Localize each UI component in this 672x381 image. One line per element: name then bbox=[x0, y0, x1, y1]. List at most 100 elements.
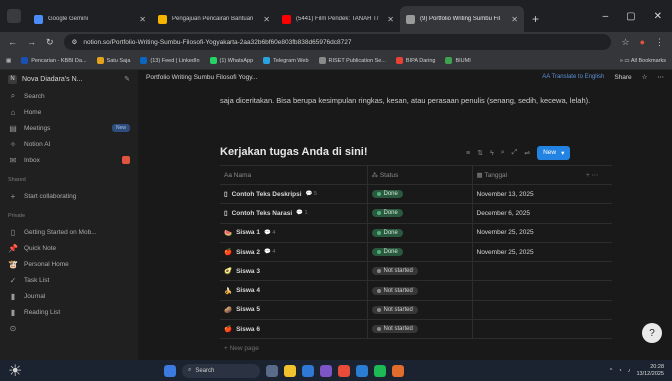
automation-icon[interactable]: ϟ bbox=[490, 150, 494, 157]
minimize-button[interactable]: – bbox=[603, 11, 609, 22]
add-column-button[interactable]: + ⋯ bbox=[582, 165, 612, 185]
new-page-button[interactable]: + New page bbox=[224, 345, 259, 352]
apps-icon[interactable]: ▦ bbox=[6, 58, 11, 64]
taskbar-search[interactable]: ⌕ Search bbox=[182, 363, 260, 378]
browser-tab[interactable]: Google Gemini ✕ bbox=[28, 6, 152, 32]
tray-chevron-icon[interactable]: ^ bbox=[610, 368, 613, 374]
url-field[interactable]: ⚙ notion.so/Portfolio-Writing-Sumbu-Filo… bbox=[63, 34, 612, 50]
app-icon[interactable] bbox=[320, 364, 332, 377]
column-name[interactable]: Aa Nama bbox=[220, 165, 367, 185]
name-cell[interactable]: 🍎 Siswa 6 bbox=[220, 319, 367, 340]
sort-icon[interactable]: ⇅ bbox=[477, 149, 483, 157]
column-date[interactable]: ▦ Tanggal bbox=[471, 165, 582, 185]
new-entry-button[interactable]: New ▾ bbox=[537, 146, 571, 160]
bookmark-item[interactable]: BIPA Daring bbox=[395, 57, 435, 64]
spotify-icon[interactable] bbox=[374, 364, 386, 377]
date-cell[interactable] bbox=[471, 300, 582, 321]
new-tab-button[interactable]: + bbox=[532, 12, 539, 26]
close-tab-icon[interactable]: ✕ bbox=[139, 15, 146, 24]
site-info-icon[interactable]: ⚙ bbox=[72, 38, 78, 46]
clock[interactable]: 20:28 13/12/2025 bbox=[636, 364, 664, 378]
date-cell[interactable]: November 25, 2025 bbox=[471, 242, 582, 263]
help-button[interactable]: ? bbox=[642, 323, 662, 343]
reload-icon[interactable]: ↻ bbox=[46, 37, 54, 48]
all-bookmarks[interactable]: » ▭ All Bookmarks bbox=[620, 58, 666, 64]
weather-icon[interactable]: ☀ bbox=[8, 361, 22, 381]
close-tab-icon[interactable]: ✕ bbox=[387, 15, 394, 24]
status-cell[interactable]: Not started bbox=[366, 300, 472, 321]
table-row[interactable]: 🍌 Siswa 4 Not started bbox=[220, 280, 612, 301]
bookmark-star-icon[interactable]: ☆ bbox=[621, 37, 629, 48]
start-icon[interactable] bbox=[164, 364, 176, 377]
chrome-icon[interactable] bbox=[338, 364, 350, 377]
page-paragraph[interactable]: saja diceritakan. Bisa berupa kesimpulan… bbox=[220, 94, 600, 107]
sidebar-page-item[interactable]: ▮ Reading List bbox=[0, 304, 138, 320]
status-cell[interactable]: Not started bbox=[366, 319, 472, 340]
table-row[interactable]: ▯ Contoh Teks Deskripsi 💬 5 Done November … bbox=[220, 184, 612, 205]
settings-icon[interactable]: ⇌ bbox=[524, 149, 530, 157]
filter-icon[interactable]: ≡ bbox=[466, 150, 470, 157]
table-row[interactable]: 🥑 Siswa 3 Not started bbox=[220, 261, 612, 282]
more-icon[interactable]: ⋯ bbox=[658, 73, 665, 81]
translate-button[interactable]: AA Translate to English bbox=[542, 74, 604, 80]
sidebar-item[interactable]: ⌕ Search bbox=[0, 88, 138, 104]
name-cell[interactable]: 🍎 Siswa 2 💬 4 bbox=[220, 242, 367, 263]
sidebar-page-item[interactable]: ✓ Task List bbox=[0, 272, 138, 288]
table-row[interactable]: 🍉 Siswa 1 💬 4 Done November 25, 2025 bbox=[220, 223, 612, 243]
bookmark-item[interactable]: Pencarian - KBBI Da... bbox=[21, 57, 87, 64]
store-icon[interactable] bbox=[302, 364, 314, 377]
favorite-icon[interactable]: ☆ bbox=[642, 73, 648, 81]
date-cell[interactable] bbox=[471, 319, 582, 340]
table-row[interactable]: 🍎 Siswa 2 💬 4 Done November 25, 2025 bbox=[220, 242, 612, 263]
name-cell[interactable]: 🥔 Siswa 5 bbox=[220, 300, 367, 321]
status-cell[interactable]: Not started bbox=[366, 280, 472, 301]
status-cell[interactable]: Done bbox=[366, 203, 472, 224]
status-cell[interactable]: Not started bbox=[366, 261, 472, 282]
sidebar-page-item[interactable]: ▮ Journal bbox=[0, 288, 138, 304]
sidebar-item[interactable]: ✧ Notion AI bbox=[0, 136, 138, 152]
bookmark-item[interactable]: (13) Feed | LinkedIn bbox=[140, 57, 200, 64]
sidebar-page-item[interactable]: ▯ Getting Started on Mob... bbox=[0, 224, 138, 240]
date-cell[interactable] bbox=[471, 261, 582, 282]
status-cell[interactable]: Done bbox=[366, 242, 472, 263]
bookmark-item[interactable]: BIUMI bbox=[445, 57, 471, 64]
date-cell[interactable]: December 6, 2025 bbox=[471, 203, 582, 224]
table-row[interactable]: 🥔 Siswa 5 Not started bbox=[220, 300, 612, 321]
expand-icon[interactable]: ⤢ bbox=[512, 149, 518, 157]
close-window-button[interactable]: ✕ bbox=[654, 11, 662, 22]
date-cell[interactable]: November 13, 2025 bbox=[471, 184, 582, 205]
bookmark-item[interactable]: RISET Publication Se... bbox=[318, 57, 386, 64]
start-collaborating[interactable]: + Start collaborating bbox=[0, 188, 138, 204]
forward-icon[interactable]: → bbox=[27, 37, 36, 47]
tab-search-button[interactable] bbox=[0, 0, 28, 32]
workspace-switcher[interactable]: N Nova Diadara's N... ✎ bbox=[0, 70, 138, 88]
app-icon[interactable] bbox=[392, 364, 404, 377]
name-cell[interactable]: 🥑 Siswa 3 bbox=[220, 261, 367, 282]
compose-icon[interactable]: ✎ bbox=[124, 75, 130, 83]
name-cell[interactable]: ▯ Contoh Teks Narasi 💬 1 bbox=[220, 203, 367, 224]
bookmark-item[interactable]: (1) WhatsApp bbox=[209, 57, 253, 64]
file-explorer-icon[interactable] bbox=[284, 364, 296, 377]
sidebar-page-item[interactable]: 📌 Quick Note bbox=[0, 240, 138, 256]
task-view-icon[interactable] bbox=[266, 364, 278, 377]
breadcrumb[interactable]: Portfolio Writing Sumbu Filosofi Yogy... bbox=[146, 74, 257, 81]
browser-tab[interactable]: (5441) Film Pendek: TANAH T/ ✕ bbox=[276, 6, 400, 32]
wifi-icon[interactable]: ◔ bbox=[618, 368, 621, 374]
profile-icon[interactable]: ● bbox=[640, 37, 645, 47]
name-cell[interactable]: 🍉 Siswa 1 💬 4 bbox=[220, 223, 367, 243]
browser-tab[interactable]: Pengajuan Pencairan Bantuan ✕ bbox=[152, 6, 276, 32]
sidebar-page-item[interactable]: 🐮 Personal Home bbox=[0, 256, 138, 272]
date-cell[interactable]: November 25, 2025 bbox=[471, 223, 582, 243]
table-row[interactable]: 🍎 Siswa 6 Not started bbox=[220, 319, 612, 340]
browser-tab[interactable]: (9) Portfolio Writing Sumbu Fil ✕ bbox=[400, 6, 524, 32]
back-icon[interactable]: ← bbox=[8, 37, 17, 47]
menu-icon[interactable]: ⋮ bbox=[655, 37, 664, 48]
volume-icon[interactable]: ♪ bbox=[628, 368, 631, 374]
help-sidebar[interactable]: ⊙ bbox=[0, 320, 138, 336]
database-title[interactable]: Kerjakan tugas Anda di sini! bbox=[220, 146, 368, 158]
status-cell[interactable]: Done bbox=[366, 223, 472, 243]
maximize-button[interactable]: ▢ bbox=[626, 11, 635, 22]
column-status[interactable]: ⁂ Status bbox=[366, 165, 472, 185]
close-tab-icon[interactable]: ✕ bbox=[511, 15, 518, 24]
table-row[interactable]: ▯ Contoh Teks Narasi 💬 1 Done December 6, … bbox=[220, 203, 612, 224]
